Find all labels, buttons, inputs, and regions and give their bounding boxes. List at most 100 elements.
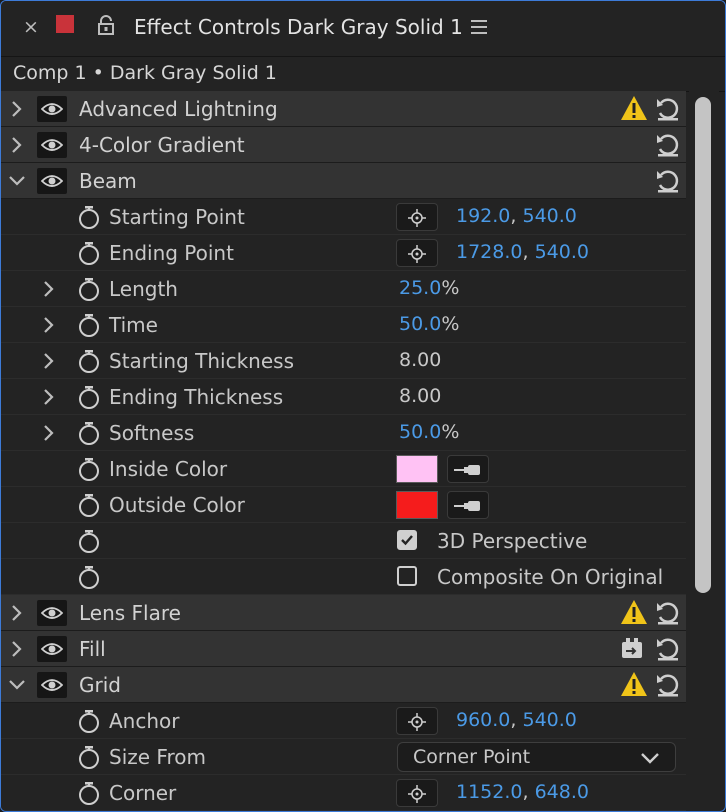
reset-icon[interactable] (655, 96, 681, 122)
percent-value: 25.0% (399, 277, 459, 299)
effect-row-beam[interactable]: Beam (1, 163, 686, 199)
warning-icon[interactable] (620, 95, 648, 121)
property-row-anchor: Anchor 960.0, 540.0 (1, 703, 686, 739)
stopwatch-icon[interactable] (77, 277, 101, 301)
length-value[interactable]: 25.0 (399, 277, 441, 299)
reset-icon[interactable] (655, 132, 681, 158)
property-label: Size From (109, 745, 206, 769)
3d-perspective-checkbox[interactable] (397, 530, 417, 550)
lock-icon[interactable] (97, 15, 115, 39)
effect-row-fill[interactable]: Fill (1, 631, 686, 667)
crosshair-icon[interactable] (396, 203, 438, 231)
stopwatch-icon[interactable] (77, 349, 101, 373)
effect-row-advanced-lightning[interactable]: Advanced Lightning (1, 91, 686, 127)
x-value[interactable]: 1728.0 (456, 241, 522, 263)
stopwatch-icon[interactable] (77, 421, 101, 445)
stopwatch-icon[interactable] (77, 745, 101, 769)
panel-menu-icon[interactable] (471, 19, 487, 39)
eye-icon[interactable] (37, 132, 67, 158)
chevron-right-icon[interactable] (9, 641, 25, 657)
crosshair-icon[interactable] (396, 707, 438, 735)
ending-thickness-value[interactable]: 8.00 (399, 385, 441, 407)
breadcrumb-text: Comp 1 • Dark Gray Solid 1 (13, 62, 277, 84)
warning-icon[interactable] (620, 671, 648, 697)
property-label: Inside Color (109, 457, 228, 481)
eye-icon[interactable] (37, 636, 67, 662)
stopwatch-icon[interactable] (77, 529, 101, 553)
starting-thickness-value[interactable]: 8.00 (399, 349, 441, 371)
effect-controls-panel: × Effect Controls Dark Gray Solid 1 Comp… (0, 0, 726, 812)
inside-color-swatch[interactable] (396, 455, 438, 483)
reset-icon[interactable] (655, 600, 681, 626)
property-label: Corner (109, 781, 177, 805)
effect-name: Advanced Lightning (79, 97, 278, 121)
chevron-right-icon[interactable] (41, 281, 57, 297)
y-value[interactable]: 648.0 (535, 781, 589, 803)
point-value: 192.0, 540.0 (456, 205, 577, 227)
stopwatch-icon[interactable] (77, 313, 101, 337)
effect-row-lens-flare[interactable]: Lens Flare (1, 595, 686, 631)
chevron-right-icon[interactable] (41, 317, 57, 333)
y-value[interactable]: 540.0 (535, 241, 589, 263)
comma-separator: , (510, 205, 523, 227)
stopwatch-icon[interactable] (77, 709, 101, 733)
reset-icon[interactable] (655, 672, 681, 698)
property-label: Length (109, 277, 178, 301)
chevron-right-icon[interactable] (41, 389, 57, 405)
chevron-right-icon[interactable] (41, 425, 57, 441)
eyedropper-icon[interactable] (447, 455, 489, 483)
property-row-softness: Softness 50.0% (1, 415, 686, 451)
softness-value[interactable]: 50.0 (399, 421, 441, 443)
stopwatch-icon[interactable] (77, 385, 101, 409)
stopwatch-icon[interactable] (77, 241, 101, 265)
close-icon[interactable]: × (23, 16, 39, 38)
property-row-size-from: Size From Corner Point (1, 739, 686, 775)
composite-on-original-checkbox[interactable] (397, 566, 417, 586)
chevron-right-icon[interactable] (41, 353, 57, 369)
outside-color-swatch[interactable] (396, 491, 438, 519)
comma-separator: , (522, 781, 535, 803)
stopwatch-icon[interactable] (77, 493, 101, 517)
chevron-down-icon[interactable] (9, 173, 25, 189)
property-label: Softness (109, 421, 195, 445)
size-from-dropdown[interactable]: Corner Point (397, 742, 676, 772)
effect-row-4-color-gradient[interactable]: 4-Color Gradient (1, 127, 686, 163)
eye-icon[interactable] (37, 672, 67, 698)
eye-icon[interactable] (37, 600, 67, 626)
property-row-ending-point: Ending Point 1728.0, 540.0 (1, 235, 686, 271)
eye-icon[interactable] (37, 96, 67, 122)
chevron-down-icon[interactable] (9, 677, 25, 693)
effect-name: Grid (79, 673, 121, 697)
y-value[interactable]: 540.0 (523, 709, 577, 731)
chevron-right-icon[interactable] (9, 137, 25, 153)
point-value: 1728.0, 540.0 (456, 241, 589, 263)
eye-icon[interactable] (37, 168, 67, 194)
crosshair-icon[interactable] (396, 779, 438, 807)
x-value[interactable]: 1152.0 (456, 781, 522, 803)
stopwatch-icon[interactable] (77, 565, 101, 589)
panel-title[interactable]: Effect Controls Dark Gray Solid 1 (134, 15, 463, 39)
chevron-right-icon[interactable] (9, 605, 25, 621)
x-value[interactable]: 960.0 (456, 709, 510, 731)
stopwatch-icon[interactable] (77, 781, 101, 805)
stopwatch-icon[interactable] (77, 205, 101, 229)
reset-icon[interactable] (655, 636, 681, 662)
property-label: Ending Point (109, 241, 234, 265)
time-value[interactable]: 50.0 (399, 313, 441, 335)
stopwatch-icon[interactable] (77, 457, 101, 481)
crosshair-icon[interactable] (396, 239, 438, 267)
mask-icon[interactable] (621, 637, 647, 661)
property-label: Outside Color (109, 493, 245, 517)
property-row-corner: Corner 1152.0, 648.0 (1, 775, 686, 811)
chevron-right-icon[interactable] (9, 101, 25, 117)
warning-icon[interactable] (620, 599, 648, 625)
effect-row-grid[interactable]: Grid (1, 667, 686, 703)
eyedropper-icon[interactable] (447, 491, 489, 519)
property-row-outside-color: Outside Color (1, 487, 686, 523)
property-row-length: Length 25.0% (1, 271, 686, 307)
scrollbar-thumb[interactable] (695, 97, 711, 593)
layer-color-swatch[interactable] (56, 15, 74, 33)
reset-icon[interactable] (655, 168, 681, 194)
y-value[interactable]: 540.0 (523, 205, 577, 227)
x-value[interactable]: 192.0 (456, 205, 510, 227)
